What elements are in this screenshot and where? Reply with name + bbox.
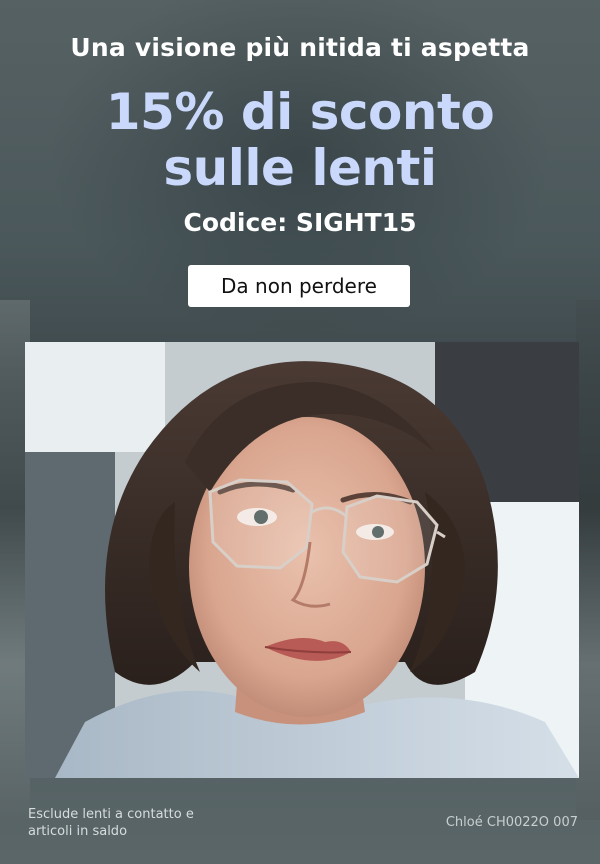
promo-code: Codice: SIGHT15 bbox=[183, 208, 417, 237]
cta-button[interactable]: Da non perdere bbox=[188, 265, 410, 307]
promo-line-1: 15% di sconto bbox=[105, 83, 495, 141]
disclaimer-text: Esclude lenti a contatto e articoli in s… bbox=[28, 807, 194, 839]
background-blur-right bbox=[576, 300, 600, 820]
product-photo[interactable] bbox=[25, 342, 579, 778]
promo-title: 15% di sconto sulle lenti bbox=[0, 84, 600, 196]
model-illustration bbox=[25, 342, 579, 778]
headline: Una visione più nitida ti aspetta bbox=[70, 33, 530, 62]
promo-line-2: sulle lenti bbox=[163, 139, 437, 197]
frame-model-label: Chloé CH0022O 007 bbox=[445, 815, 578, 830]
